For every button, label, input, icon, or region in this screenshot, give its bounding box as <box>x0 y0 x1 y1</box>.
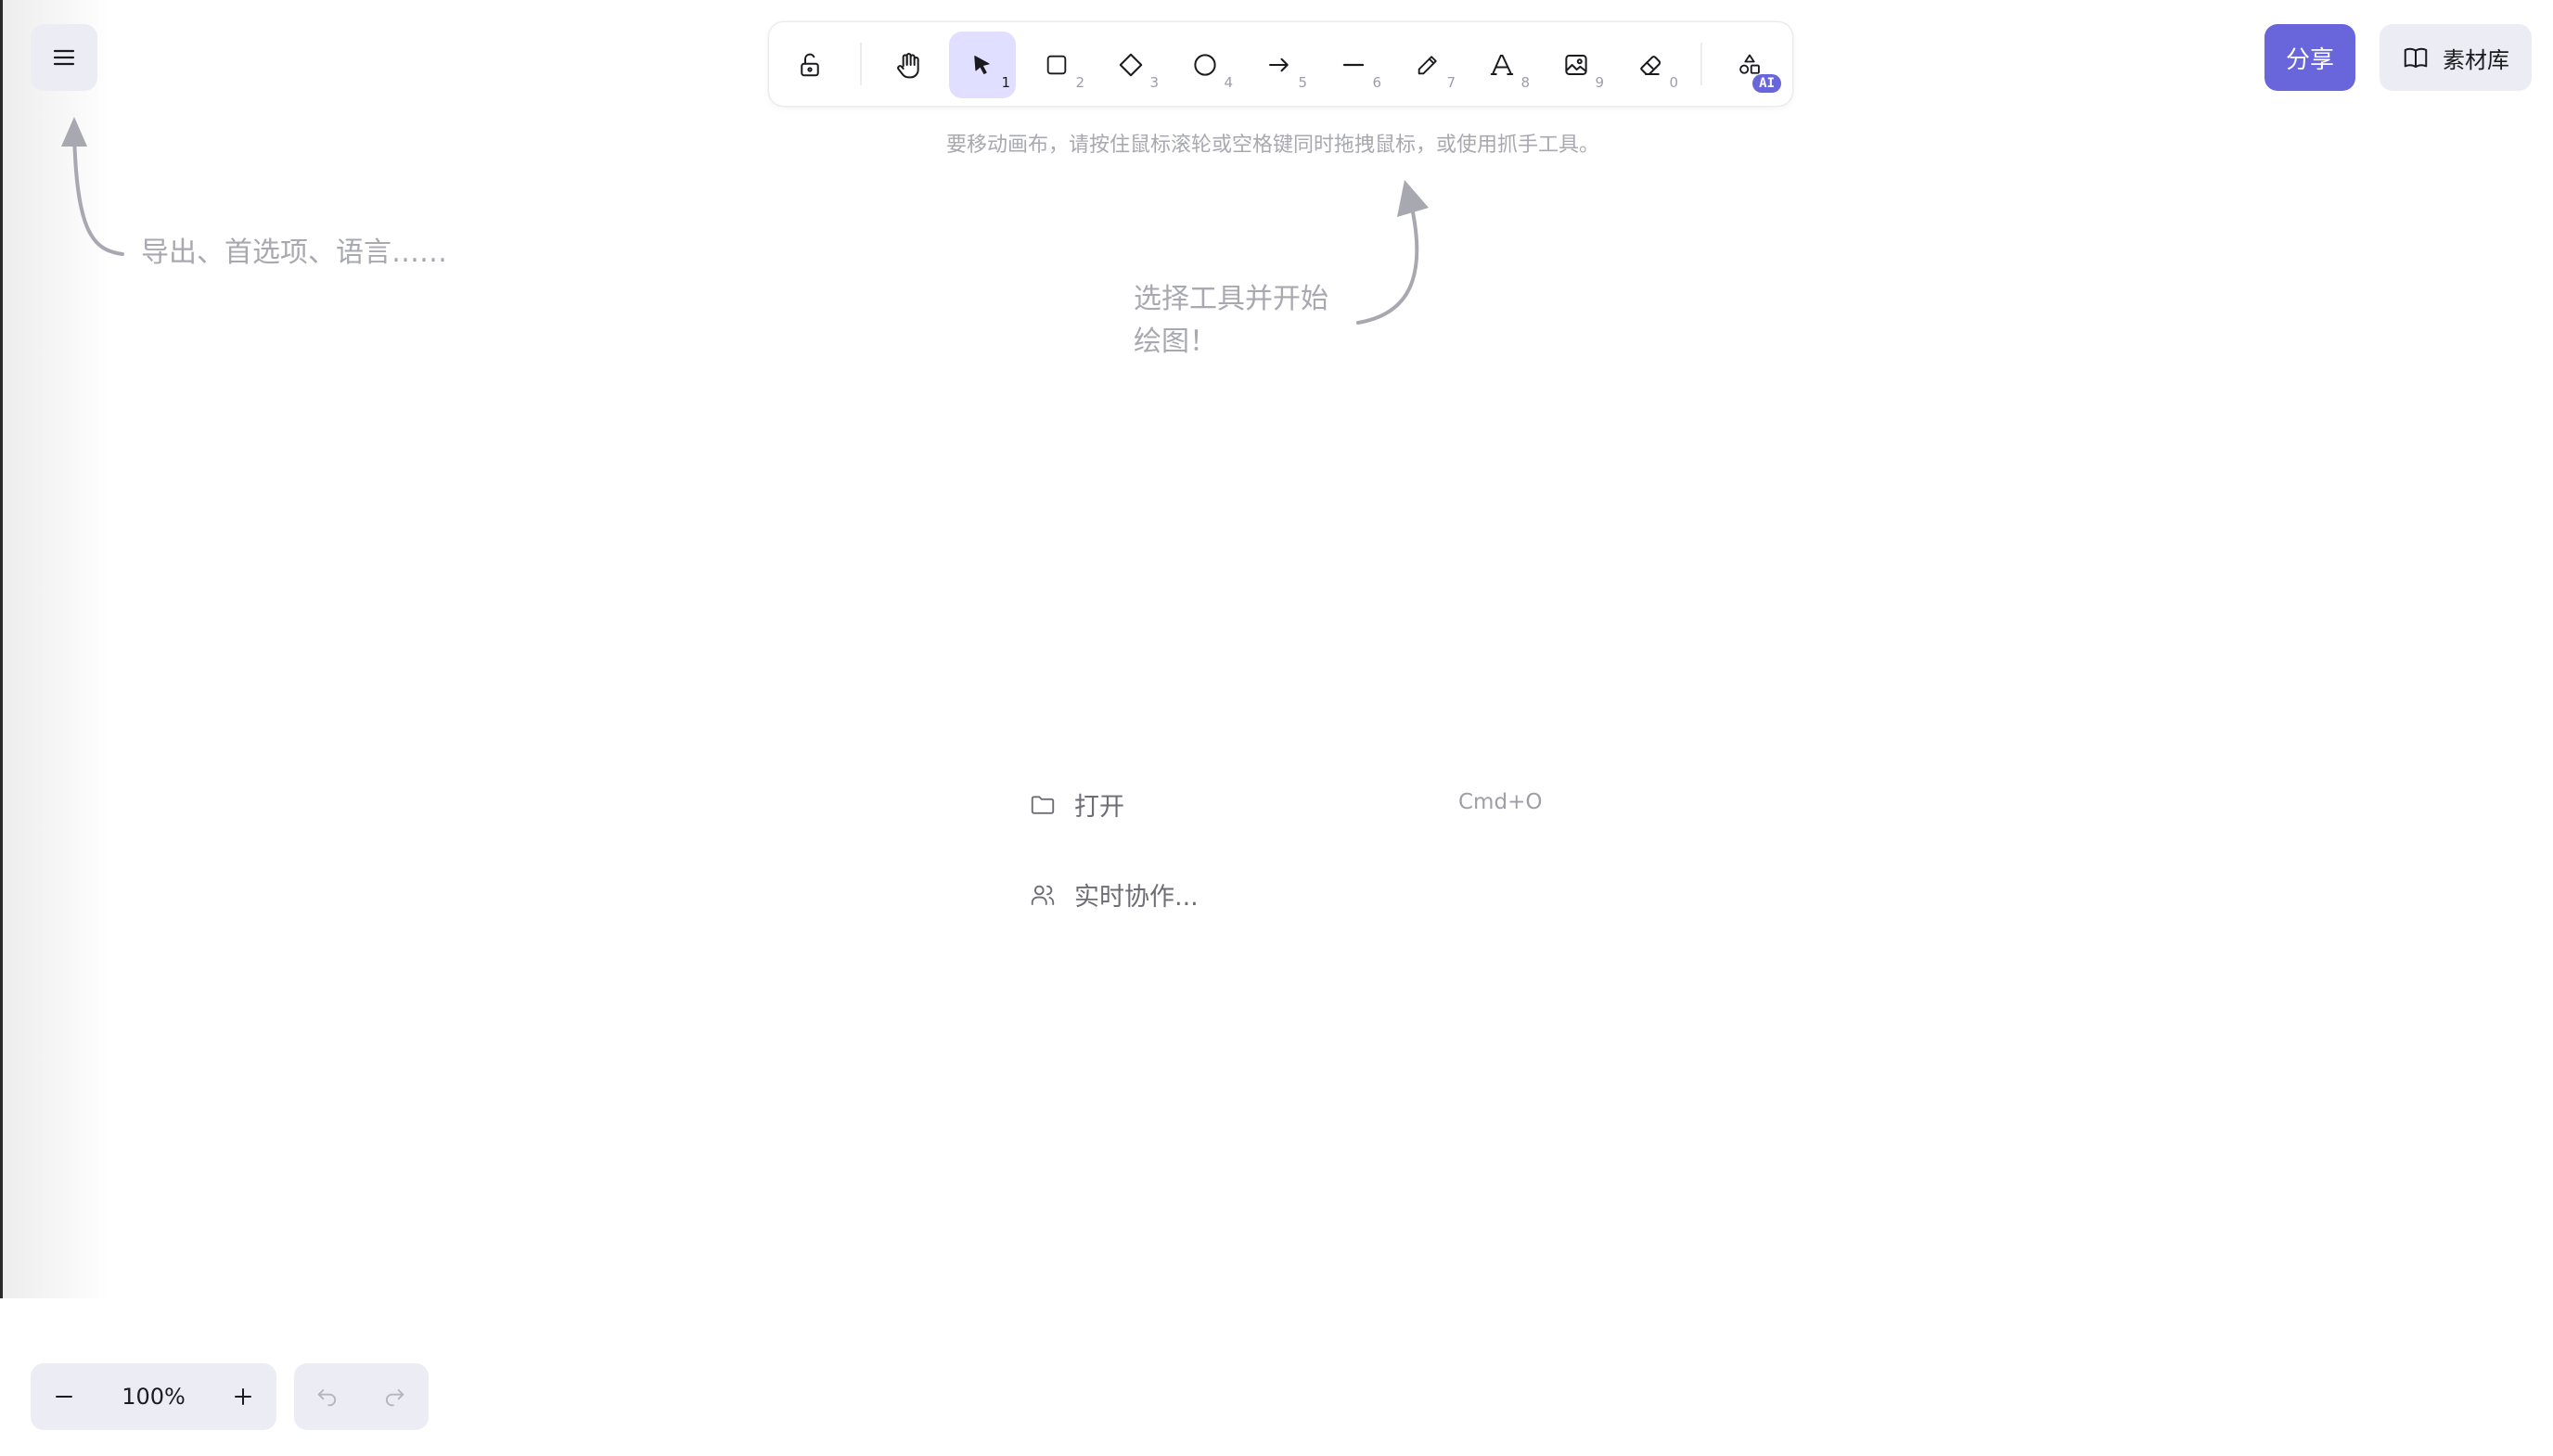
zoom-controls: 100% <box>31 1363 276 1430</box>
menu-hint: 导出、首选项、语言…… <box>141 236 447 269</box>
folder-icon <box>1028 790 1058 820</box>
rectangle-icon <box>1046 55 1067 75</box>
open-shortcut: Cmd+O <box>1458 790 1543 814</box>
open-label: 打开 <box>1074 793 1124 822</box>
tool-hint-line1: 选择工具并开始 <box>1134 283 1328 315</box>
redo-button[interactable] <box>361 1363 428 1430</box>
shortcut-key: 7 <box>1446 74 1456 91</box>
selection-tool-button[interactable]: 1 <box>949 32 1016 98</box>
toolbar-separator <box>1700 43 1702 85</box>
ellipse-icon <box>1194 54 1216 76</box>
shortcut-key: 2 <box>1075 74 1084 91</box>
live-collaboration-label: 实时协作... <box>1074 883 1199 912</box>
tool-hint: 选择工具并开始 绘图！ <box>1134 278 1328 364</box>
arrow-tool-button[interactable]: 5 <box>1246 32 1313 98</box>
minus-icon <box>56 1396 72 1398</box>
arrow-icon <box>1269 57 1289 72</box>
text-icon <box>1490 55 1514 75</box>
pointer-icon <box>974 56 990 74</box>
eraser-icon <box>1640 56 1661 75</box>
zoom-reset-button[interactable]: 100% <box>97 1363 210 1430</box>
redo-icon <box>385 1389 404 1407</box>
pencil-icon <box>1418 56 1437 75</box>
diamond-icon <box>1119 53 1143 77</box>
users-icon <box>1028 880 1058 910</box>
text-tool-button[interactable]: 8 <box>1469 32 1535 98</box>
book-icon <box>2404 47 2428 68</box>
draw-tool-button[interactable]: 7 <box>1394 32 1461 98</box>
toolbar-separator <box>860 43 862 85</box>
undo-redo-controls <box>294 1363 429 1430</box>
shortcut-key: 8 <box>1520 74 1530 91</box>
ai-badge: AI <box>1752 74 1781 93</box>
excalidraw-app: 1 2 3 4 5 6 7 8 9 0 AI 分享 素材库 要移动画布，请按住鼠… <box>0 0 2553 1456</box>
ellipse-tool-button[interactable]: 4 <box>1172 32 1238 98</box>
more-tools-button[interactable]: AI <box>1716 32 1783 98</box>
unlock-icon <box>801 53 819 77</box>
main-menu-button[interactable] <box>31 24 97 91</box>
shortcut-key: 3 <box>1149 74 1159 91</box>
tool-hint-line2: 绘图！ <box>1134 326 1217 358</box>
canvas-move-hint-text: 要移动画布，请按住鼠标滚轮或空格键同时拖拽鼠标，或使用抓手工具。 <box>945 134 1599 157</box>
shortcut-key: 4 <box>1224 74 1233 91</box>
plus-icon <box>235 1388 251 1405</box>
shortcut-key: 9 <box>1595 74 1604 91</box>
undo-icon <box>317 1389 337 1407</box>
shortcut-key: 1 <box>1001 74 1010 91</box>
library-label: 素材库 <box>2443 46 2509 73</box>
hand-icon <box>897 53 919 79</box>
shortcut-key: 0 <box>1669 74 1678 91</box>
library-button[interactable]: 素材库 <box>2380 24 2532 91</box>
hamburger-icon <box>53 49 75 66</box>
tool-hint-arrow <box>1356 180 1429 325</box>
line-icon <box>1342 63 1365 67</box>
share-button[interactable]: 分享 <box>2264 24 2355 91</box>
shapes-toolbar: 1 2 3 4 5 6 7 8 9 0 AI <box>769 22 1792 106</box>
rectangle-tool-button[interactable]: 2 <box>1023 32 1090 98</box>
image-icon <box>1565 55 1587 75</box>
hand-tool-button[interactable] <box>875 32 942 98</box>
line-tool-button[interactable]: 6 <box>1320 32 1387 98</box>
undo-button[interactable] <box>294 1363 361 1430</box>
zoom-in-button[interactable] <box>210 1363 276 1430</box>
lock-tool-button[interactable] <box>776 32 843 98</box>
menu-hint-arrow <box>61 117 124 256</box>
canvas-move-hint: 要移动画布，请按住鼠标滚轮或空格键同时拖拽鼠标，或使用抓手工具。 <box>0 128 2553 158</box>
diamond-tool-button[interactable]: 3 <box>1097 32 1164 98</box>
live-collaboration-menu-item[interactable]: 实时协作... <box>1028 876 1199 913</box>
image-tool-button[interactable]: 9 <box>1543 32 1610 98</box>
open-menu-item[interactable]: 打开 <box>1028 786 1124 823</box>
shortcut-key: 6 <box>1372 74 1381 91</box>
zoom-out-button[interactable] <box>31 1363 97 1430</box>
shortcut-key: 5 <box>1298 74 1307 91</box>
eraser-tool-button[interactable]: 0 <box>1617 32 1684 98</box>
